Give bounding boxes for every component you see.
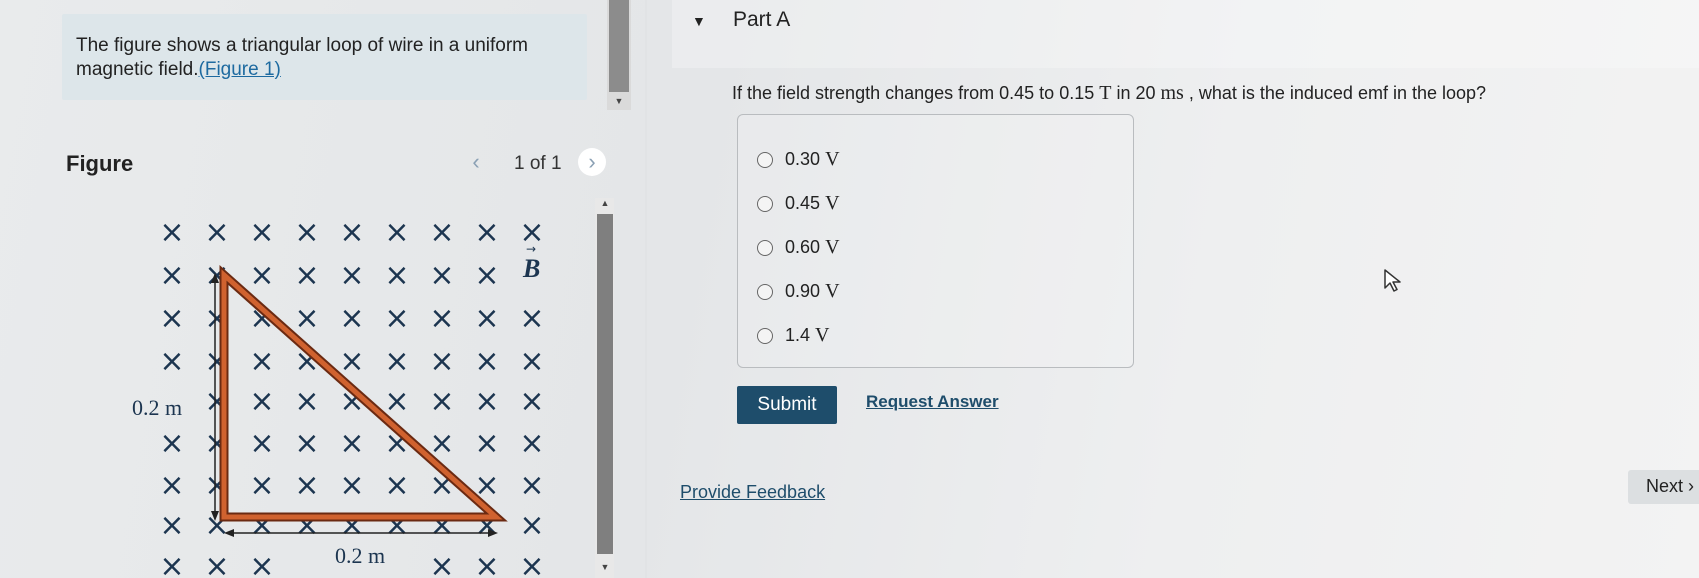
field-x-symbol: × [159,426,184,461]
field-x-symbol: × [204,215,229,250]
vertical-side-label: 0.2 m [132,395,182,420]
field-x-symbol: × [249,215,274,250]
option-4[interactable]: 1.4 V [757,324,830,347]
radio-button[interactable] [757,283,773,300]
field-x-symbol: × [474,301,499,336]
field-x-symbol: × [429,215,454,250]
field-x-symbol: × [519,344,544,379]
field-x-symbol: × [294,258,319,293]
field-x-symbol: × [159,508,184,543]
top-scroll-down-arrow-icon[interactable]: ▼ [609,96,629,108]
field-x-symbol: × [249,468,274,503]
chevron-right-icon: › [588,149,596,174]
radio-button[interactable] [757,151,773,168]
radio-button[interactable] [757,327,773,344]
provide-feedback-link[interactable]: Provide Feedback [680,482,825,503]
option-3[interactable]: 0.90 V [757,280,840,303]
field-x-symbol: × [249,549,274,578]
field-x-symbol: × [474,426,499,461]
field-x-symbol: × [294,215,319,250]
intro-sentence: The figure shows a triangular loop of wi… [76,35,529,80]
field-x-symbol: × [159,258,184,293]
field-x-symbol: × [384,258,409,293]
collapse-triangle-icon[interactable]: ▼ [692,13,706,29]
figure-link[interactable]: (Figure 1) [199,59,281,80]
option-1[interactable]: 0.45 V [757,192,840,215]
field-x-symbol: × [249,426,274,461]
part-label[interactable]: Part A [733,8,790,32]
field-x-symbol: × [429,301,454,336]
submit-button[interactable]: Submit [737,386,837,424]
option-0[interactable]: 0.30 V [757,148,840,171]
field-x-symbol: × [429,344,454,379]
figure-next-button[interactable]: › [578,148,606,176]
field-x-symbol: × [474,215,499,250]
figure-scrollbar-thumb[interactable] [597,214,613,554]
part-header[interactable] [672,0,1699,68]
field-x-symbol: × [474,549,499,578]
panel-divider [645,0,647,578]
field-x-symbol: × [159,468,184,503]
intro-text: The figure shows a triangular loop of wi… [76,34,573,82]
unit-tesla: T [1099,82,1112,104]
field-x-symbol: × [384,215,409,250]
field-x-symbol: × [339,258,364,293]
field-x-symbol: × [384,384,409,419]
field-x-symbol: × [474,384,499,419]
field-x-symbol: × [429,384,454,419]
field-x-symbol: × [474,344,499,379]
next-button[interactable]: Next › [1628,470,1699,504]
question-text: If the field strength changes from 0.45 … [732,82,1487,104]
field-x-symbol: × [294,384,319,419]
scroll-down-arrow-icon[interactable]: ▼ [597,562,613,576]
field-x-symbol: × [474,258,499,293]
figure-prev-button[interactable]: ‹ [462,148,490,176]
chevron-left-icon: ‹ [472,149,480,174]
field-x-symbol: × [249,258,274,293]
field-x-symbol: × [159,215,184,250]
field-x-symbol: × [339,301,364,336]
field-x-symbol: × [294,468,319,503]
option-2[interactable]: 0.60 V [757,236,840,259]
field-x-symbol: × [294,426,319,461]
mouse-cursor-icon [1384,269,1401,292]
problem-intro: The figure shows a triangular loop of wi… [62,14,587,100]
figure-counter: 1 of 1 [514,153,562,174]
field-x-symbol: × [519,384,544,419]
field-vector-arrow-icon: → [526,242,536,256]
field-x-symbol: × [339,344,364,379]
field-x-symbol: × [159,344,184,379]
field-x-symbol: × [384,468,409,503]
unit-ms: ms [1160,82,1184,104]
field-x-symbol: × [204,549,229,578]
request-answer-link[interactable]: Request Answer [866,392,999,412]
field-label-b: B [522,254,540,283]
field-x-symbol: × [249,344,274,379]
field-x-symbol: × [249,384,274,419]
top-scrollbar-thumb[interactable] [609,0,629,92]
scroll-up-arrow-icon[interactable]: ▲ [597,198,613,212]
field-x-symbol: × [159,549,184,578]
field-x-symbol: × [519,508,544,543]
field-x-grid: × × × × × × × × × × × × × × × × × × × × × × × × × × × × × × × × × × × × × × × ×… [159,215,544,578]
field-x-symbol: × [519,426,544,461]
radio-button[interactable] [757,195,773,212]
field-x-symbol: × [519,301,544,336]
horizontal-side-label: 0.2 m [335,543,385,568]
field-x-symbol: × [519,549,544,578]
field-x-symbol: × [429,549,454,578]
field-x-symbol: × [339,215,364,250]
figure-title: Figure [66,151,134,176]
field-x-symbol: × [159,301,184,336]
field-x-symbol: × [294,301,319,336]
triangular-loop-figure: × × × × × × × × × × × × × × × × × × × × × × × × × × × × × × × × × × × × × × × ×… [132,215,545,578]
field-x-symbol: × [384,344,409,379]
field-x-symbol: × [519,468,544,503]
field-x-symbol: × [339,468,364,503]
field-x-symbol: × [384,301,409,336]
radio-button[interactable] [757,239,773,256]
field-x-symbol: × [339,426,364,461]
field-x-symbol: × [429,258,454,293]
